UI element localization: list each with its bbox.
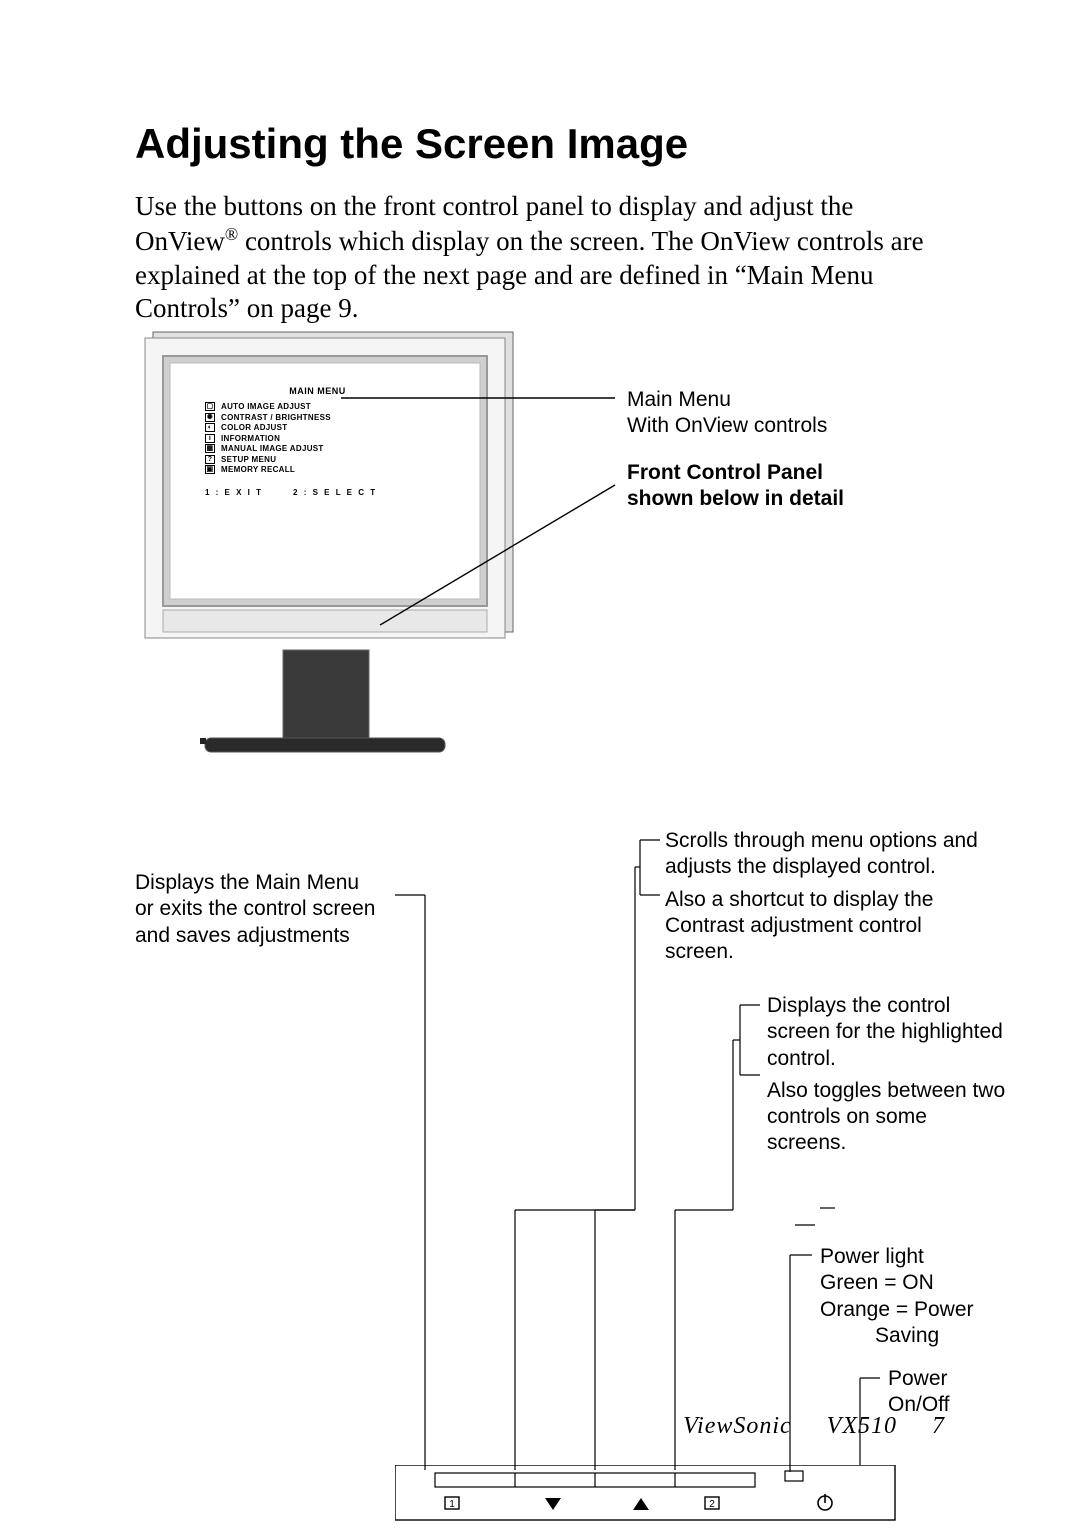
footer-page-number: 7 [932,1413,945,1439]
page-heading: Adjusting the Screen Image [135,120,688,168]
page-footer: ViewSonic VX510 7 [683,1413,945,1440]
callout-arrows: Scrolls through menu options and adjusts… [665,828,985,965]
footer-model: VX510 [827,1413,897,1439]
callout-button-2: Displays the control screen for the high… [767,993,1017,1157]
front-control-panel-detail: 1 2 [395,1465,895,1535]
callout-power-light: Power light Green = ON Orange = Power Sa… [820,1244,1040,1349]
panel-button-1-label: 1 [449,1499,455,1510]
callout-button-1: Displays the Main Menu or exits the cont… [135,870,395,949]
panel-button-2-label: 2 [709,1499,715,1510]
intro-paragraph: Use the buttons on the front control pan… [135,190,945,326]
callout-power-onoff: Power On/Off [888,1366,1048,1419]
diagram-area: MAIN MENU ▢AUTO IMAGE ADJUST ✺CONTRAST /… [135,330,945,1290]
footer-brand: ViewSonic [683,1413,792,1439]
document-page: Adjusting the Screen Image Use the butto… [0,0,1080,1528]
